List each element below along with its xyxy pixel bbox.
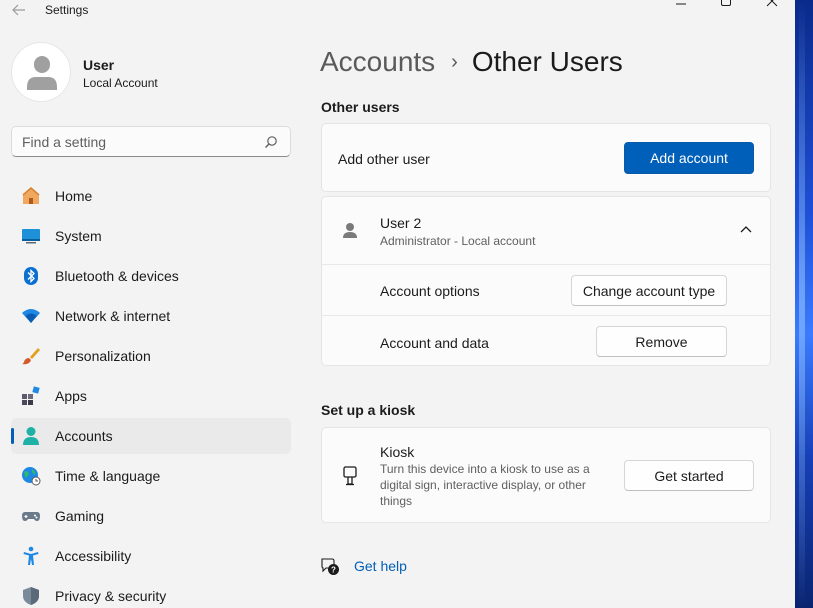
sidebar-item-label: Home: [55, 188, 93, 204]
sidebar-item-apps[interactable]: Apps: [11, 378, 291, 414]
sidebar-item-label: Accounts: [55, 428, 113, 444]
back-arrow-icon: [12, 4, 25, 16]
divider: [322, 264, 770, 265]
sidebar-item-network[interactable]: Network & internet: [11, 298, 291, 334]
sidebar-item-label: System: [55, 228, 102, 244]
apps-icon: [22, 386, 40, 405]
minimize-icon: [676, 3, 686, 5]
remove-button[interactable]: Remove: [596, 326, 727, 357]
section-title-other-users: Other users: [321, 99, 400, 115]
maximize-icon: [721, 0, 731, 6]
accounts-icon: [23, 427, 39, 445]
sidebar-item-time-language[interactable]: Time & language: [11, 458, 291, 494]
help-icon[interactable]: ?: [320, 556, 340, 576]
app-title: Settings: [45, 3, 89, 17]
add-other-user-card: Add other user Add account: [321, 123, 771, 192]
kiosk-description-line-1: Turn this device into a kiosk to use as …: [380, 462, 590, 476]
sidebar-item-bluetooth[interactable]: Bluetooth & devices: [11, 258, 291, 294]
user-detail: Administrator - Local account: [380, 234, 536, 248]
chevron-right-icon: ›: [451, 50, 458, 73]
sidebar-item-label: Bluetooth & devices: [55, 268, 179, 284]
sidebar-item-label: Apps: [55, 388, 87, 404]
home-icon: [22, 187, 40, 204]
user-expander-header[interactable]: User 2 Administrator - Local account: [322, 197, 770, 264]
sidebar-item-gaming[interactable]: Gaming: [11, 498, 291, 534]
maximize-button[interactable]: [714, 0, 738, 8]
globe-icon: [22, 467, 41, 486]
add-account-button[interactable]: Add account: [624, 142, 754, 174]
sidebar-nav: Home System Bluetooth & devices Network …: [11, 178, 291, 608]
kiosk-icon: [343, 466, 357, 486]
user-avatar-icon: [12, 56, 70, 101]
close-button[interactable]: [760, 0, 784, 8]
desktop-wallpaper: [795, 0, 813, 608]
accessibility-icon: [23, 546, 39, 565]
gamepad-icon: [22, 512, 40, 521]
title-bar: Settings: [0, 0, 795, 22]
shield-icon: [23, 587, 39, 605]
sidebar-item-label: Personalization: [55, 348, 151, 364]
svg-text:?: ?: [331, 566, 336, 575]
bluetooth-icon: [24, 267, 38, 285]
breadcrumb-parent-link[interactable]: Accounts: [320, 46, 435, 78]
add-other-user-label: Add other user: [338, 151, 430, 167]
breadcrumb: Accounts › Other Users: [320, 42, 623, 82]
sidebar-item-label: Time & language: [55, 468, 161, 484]
sidebar-item-accounts[interactable]: Accounts: [11, 418, 291, 454]
search-input[interactable]: [22, 132, 252, 152]
chevron-up-icon[interactable]: [740, 225, 752, 233]
sidebar-item-label: Privacy & security: [55, 588, 167, 604]
kiosk-card: Kiosk Turn this device into a kiosk to u…: [321, 427, 771, 523]
kiosk-description-line-3: things: [380, 494, 413, 508]
sidebar-item-label: Network & internet: [55, 308, 171, 324]
sidebar-item-home[interactable]: Home: [11, 178, 291, 214]
sidebar-item-accessibility[interactable]: Accessibility: [11, 538, 291, 574]
avatar[interactable]: [11, 42, 71, 102]
minimize-button[interactable]: [669, 0, 693, 8]
brush-icon: [22, 348, 40, 365]
wifi-icon: [22, 309, 40, 323]
search-icon[interactable]: [264, 135, 278, 149]
search-box[interactable]: [11, 126, 291, 157]
get-started-button[interactable]: Get started: [624, 460, 754, 491]
section-title-kiosk: Set up a kiosk: [321, 402, 416, 418]
close-icon: [766, 0, 778, 7]
account-options-label: Account options: [380, 283, 480, 299]
kiosk-description-line-2: digital sign, interactive display, or ot…: [380, 478, 586, 492]
settings-window: Settings User Local Account Find a setti…: [0, 0, 795, 608]
sidebar-item-system[interactable]: System: [11, 218, 291, 254]
change-account-type-button[interactable]: Change account type: [571, 275, 727, 306]
system-icon: [22, 229, 40, 244]
sidebar-item-label: Gaming: [55, 508, 105, 524]
divider: [322, 315, 770, 316]
sidebar-item-privacy[interactable]: Privacy & security: [11, 578, 291, 608]
profile-account-type: Local Account: [83, 76, 158, 90]
sidebar-item-personalization[interactable]: Personalization: [11, 338, 291, 374]
account-and-data-label: Account and data: [380, 335, 489, 351]
kiosk-title: Kiosk: [380, 444, 415, 460]
user-icon: [343, 223, 357, 238]
profile-name: User: [83, 57, 115, 73]
page-title: Other Users: [471, 46, 623, 77]
back-button[interactable]: [8, 0, 30, 20]
sidebar-item-label: Accessibility: [55, 548, 132, 564]
user-name: User 2: [380, 215, 422, 231]
user-card: User 2 Administrator - Local account Acc…: [321, 196, 771, 366]
get-help-link[interactable]: Get help: [354, 558, 407, 574]
